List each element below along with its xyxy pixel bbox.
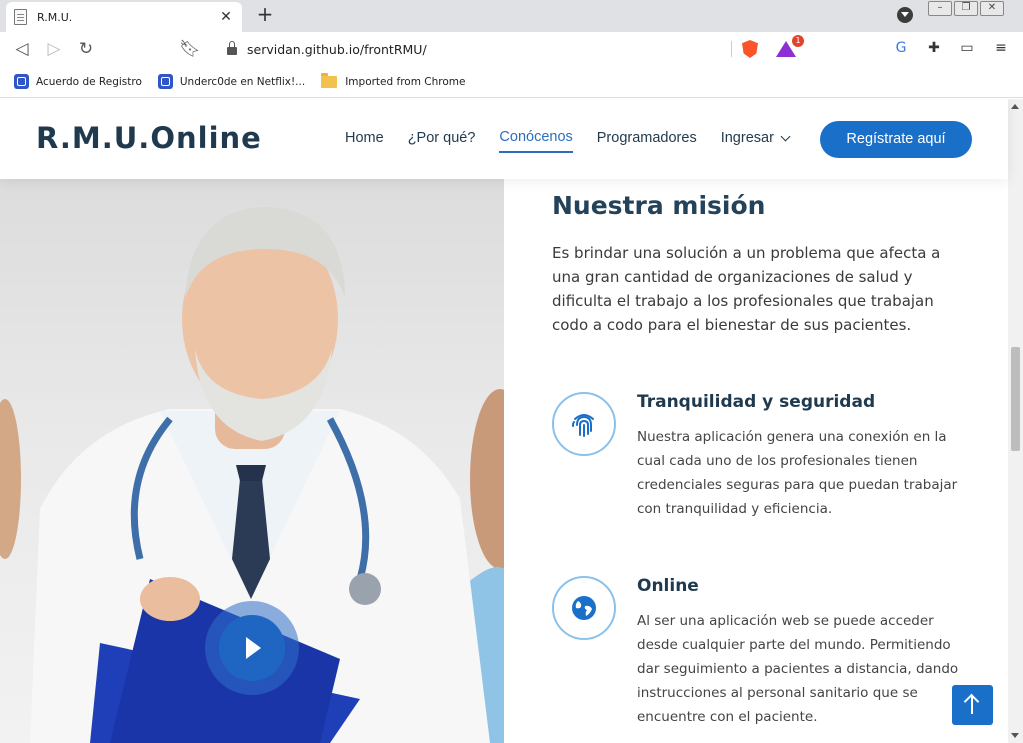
browser-tab-bar: R.M.U. ✕ + – ❐ ✕ xyxy=(0,0,1023,32)
scroll-thumb[interactable] xyxy=(1011,347,1020,451)
bookmark-label: Acuerdo de Registro xyxy=(36,75,142,88)
url-text[interactable]: servidan.github.io/frontRMU/ xyxy=(247,42,731,57)
site-logo[interactable]: R.M.U.Online xyxy=(36,121,262,155)
reload-icon[interactable]: ↻ xyxy=(75,38,97,60)
browser-tab[interactable]: R.M.U. ✕ xyxy=(6,2,242,32)
new-tab-button[interactable]: + xyxy=(254,4,276,26)
play-video-button[interactable] xyxy=(205,601,299,695)
minimize-button[interactable]: – xyxy=(928,1,952,16)
scroll-up-icon[interactable] xyxy=(1011,104,1019,109)
bookmark-folder-imported[interactable]: Imported from Chrome xyxy=(321,72,466,88)
tab-search-icon[interactable] xyxy=(897,7,913,23)
feature-title: Tranquilidad y seguridad xyxy=(637,392,876,412)
bookmarks-bar: Acuerdo de Registro Underc0de en Netflix… xyxy=(0,66,1023,98)
globe-icon xyxy=(552,576,616,640)
nav-conocenos[interactable]: Conócenos xyxy=(499,129,573,153)
feature-text: Al ser una aplicación web se puede acced… xyxy=(637,613,959,725)
window-controls: – ❐ ✕ xyxy=(928,1,1006,16)
register-button[interactable]: Regístrate aquí xyxy=(820,121,972,158)
feature-text: Nuestra aplicación genera una conexión e… xyxy=(637,429,958,517)
mission-title: Nuestra misión xyxy=(552,191,766,220)
brave-shields-icon[interactable] xyxy=(742,40,758,58)
close-window-button[interactable]: ✕ xyxy=(980,1,1004,16)
fingerprint-glyph xyxy=(572,414,594,437)
page-scrollbar[interactable] xyxy=(1008,99,1023,743)
globe-glyph xyxy=(572,596,596,620)
main-nav: Home ¿Por qué? Conócenos Programadores I… xyxy=(345,129,813,153)
bookmark-undercode[interactable]: Underc0de en Netflix!... xyxy=(157,74,306,89)
wallet-icon[interactable]: ▭ xyxy=(958,39,976,57)
extensions-icon[interactable]: ✚ xyxy=(925,39,943,57)
rewards-badge: 1 xyxy=(792,35,804,47)
folder-icon xyxy=(321,72,338,88)
doctor-photo xyxy=(0,179,504,743)
brave-rewards-icon[interactable]: 1 xyxy=(776,35,804,57)
site-header: R.M.U.Online Home ¿Por qué? Conócenos Pr… xyxy=(0,99,1008,179)
bookmark-label: Underc0de en Netflix!... xyxy=(179,75,306,88)
site-favicon-icon xyxy=(157,74,173,89)
play-icon xyxy=(219,615,285,681)
page-viewport: R.M.U.Online Home ¿Por qué? Conócenos Pr… xyxy=(0,99,1023,743)
translate-icon[interactable]: G xyxy=(892,39,910,57)
nav-por-que[interactable]: ¿Por qué? xyxy=(408,129,476,153)
address-bar[interactable]: servidan.github.io/frontRMU/ 1 xyxy=(213,35,810,62)
lock-icon xyxy=(227,41,237,55)
site-favicon-icon xyxy=(14,74,29,89)
nav-programadores[interactable]: Programadores xyxy=(597,129,697,153)
nav-ingresar[interactable]: Ingresar xyxy=(720,129,791,153)
bookmark-icon[interactable]: 🔖︎ xyxy=(179,38,201,60)
back-icon[interactable]: ◁ xyxy=(11,38,33,60)
nav-home[interactable]: Home xyxy=(345,129,384,153)
forward-icon[interactable]: ▷ xyxy=(43,38,65,60)
browser-toolbar: ◁ ▷ ↻ 🔖︎ servidan.github.io/frontRMU/ 1 … xyxy=(0,32,1023,66)
tab-title: R.M.U. xyxy=(37,10,73,24)
feature-title: Online xyxy=(637,576,699,596)
divider xyxy=(731,41,732,57)
mission-text: Es brindar una solución a un problema qu… xyxy=(552,244,941,334)
nav-ingresar-label: Ingresar xyxy=(720,130,774,146)
chevron-down-icon xyxy=(780,131,791,141)
back-to-top-button[interactable] xyxy=(952,685,993,725)
bookmark-acuerdo[interactable]: Acuerdo de Registro xyxy=(14,74,142,89)
maximize-button[interactable]: ❐ xyxy=(954,1,978,16)
scroll-down-icon[interactable] xyxy=(1011,733,1019,738)
menu-icon[interactable]: ≡ xyxy=(992,39,1010,57)
fingerprint-icon xyxy=(552,392,616,456)
bookmark-label: Imported from Chrome xyxy=(345,75,466,88)
close-icon[interactable]: ✕ xyxy=(218,9,234,25)
document-icon xyxy=(14,9,27,25)
